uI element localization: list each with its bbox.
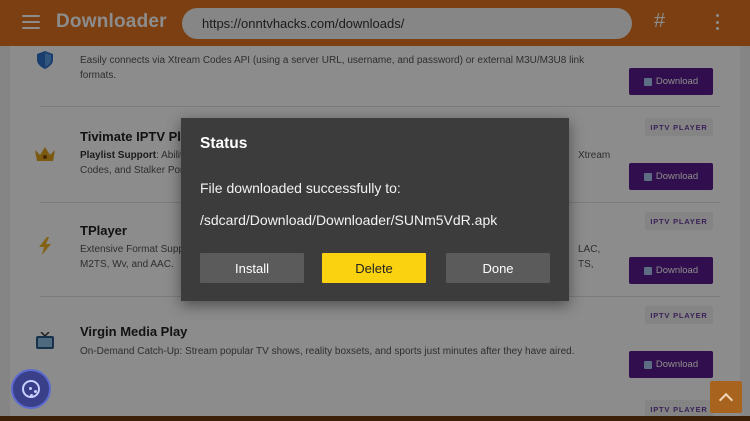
cookie-icon	[22, 380, 40, 398]
download-path: /sdcard/Download/Downloader/SUNm5VdR.apk	[200, 212, 498, 228]
cookie-settings-button[interactable]	[11, 369, 51, 409]
scroll-to-top-button[interactable]	[710, 381, 742, 413]
install-button[interactable]: Install	[200, 253, 304, 283]
done-button[interactable]: Done	[446, 253, 550, 283]
delete-button[interactable]: Delete	[322, 253, 426, 283]
chevron-up-icon	[718, 392, 734, 407]
dialog-message: File downloaded successfully to:	[200, 180, 401, 196]
dialog-title: Status	[200, 135, 248, 152]
status-dialog: Status File downloaded successfully to: …	[181, 118, 569, 301]
